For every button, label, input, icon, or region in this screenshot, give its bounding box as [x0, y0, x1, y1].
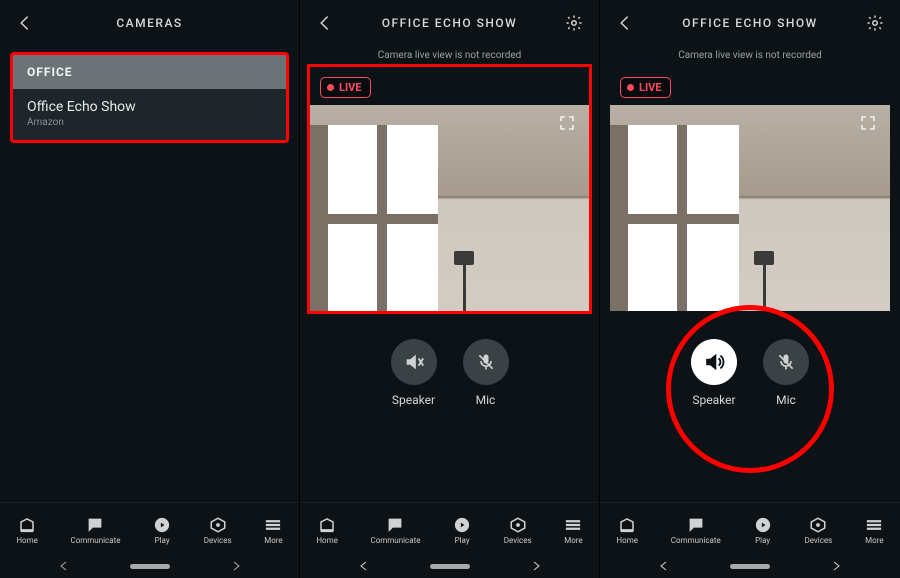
system-nav — [600, 554, 900, 578]
back-icon[interactable] — [10, 0, 40, 46]
live-label: LIVE — [639, 81, 662, 94]
back-icon[interactable] — [610, 0, 640, 46]
header-title: CAMERAS — [116, 16, 182, 30]
recording-notice: Camera live view is not recorded — [300, 46, 599, 67]
header-title: OFFICE ECHO SHOW — [382, 16, 517, 30]
controls: Speaker Mic — [300, 339, 599, 407]
nav-more[interactable]: More — [264, 516, 282, 545]
system-back-icon[interactable] — [58, 560, 70, 572]
system-back-icon[interactable] — [358, 560, 370, 572]
nav-label: More — [564, 536, 582, 545]
system-home-icon[interactable] — [730, 564, 770, 569]
live-dot-icon — [327, 84, 334, 91]
nav-label: More — [264, 536, 282, 545]
camera-list-item[interactable]: Office Echo Show Amazon — [13, 89, 286, 140]
bottom-nav: Home Communicate Play Devices More — [0, 502, 299, 554]
nav-communicate[interactable]: Communicate — [70, 516, 120, 545]
mic-button[interactable] — [763, 339, 809, 385]
controls: Speaker Mic — [600, 339, 900, 407]
camera-item-subtitle: Amazon — [27, 117, 272, 128]
camera-card[interactable]: OFFICE Office Echo Show Amazon — [10, 52, 289, 143]
nav-communicate[interactable]: Communicate — [370, 516, 420, 545]
pane-camera-list: CAMERAS OFFICE Office Echo Show Amazon H… — [0, 0, 300, 578]
pane-live-view-active: OFFICE ECHO SHOW Camera live view is not… — [600, 0, 900, 578]
system-recent-icon[interactable] — [830, 560, 842, 572]
nav-label: Play — [755, 536, 770, 545]
nav-home[interactable]: Home — [16, 516, 38, 545]
camera-item-title: Office Echo Show — [27, 99, 272, 115]
nav-label: Communicate — [370, 536, 420, 545]
speaker-label: Speaker — [692, 393, 735, 407]
speaker-button[interactable] — [391, 339, 437, 385]
header: OFFICE ECHO SHOW — [300, 0, 599, 46]
nav-label: Communicate — [70, 536, 120, 545]
nav-play[interactable]: Play — [153, 516, 171, 545]
header-title: OFFICE ECHO SHOW — [682, 16, 817, 30]
nav-label: Devices — [804, 536, 832, 545]
bottom-nav: Home Communicate Play Devices More — [600, 502, 900, 554]
system-home-icon[interactable] — [430, 564, 470, 569]
system-recent-icon[interactable] — [230, 560, 242, 572]
header: CAMERAS — [0, 0, 299, 46]
nav-communicate[interactable]: Communicate — [671, 516, 721, 545]
system-back-icon[interactable] — [658, 560, 670, 572]
video-area[interactable]: LIVE — [310, 67, 589, 311]
nav-label: Play — [155, 536, 170, 545]
fullscreen-icon[interactable] — [860, 115, 876, 135]
system-nav — [0, 554, 299, 578]
nav-label: Play — [455, 536, 470, 545]
nav-label: Devices — [204, 536, 232, 545]
mic-control: Mic — [763, 339, 809, 407]
nav-devices[interactable]: Devices — [804, 516, 832, 545]
settings-icon[interactable] — [559, 0, 589, 46]
nav-more[interactable]: More — [564, 516, 582, 545]
header: OFFICE ECHO SHOW — [600, 0, 900, 46]
nav-label: Home — [316, 536, 338, 545]
speaker-button[interactable] — [691, 339, 737, 385]
live-badge: LIVE — [620, 77, 671, 98]
nav-play[interactable]: Play — [754, 516, 772, 545]
live-dot-icon — [627, 84, 634, 91]
camera-feed[interactable] — [610, 105, 890, 311]
nav-label: Home — [16, 536, 38, 545]
nav-play[interactable]: Play — [453, 516, 471, 545]
mic-button[interactable] — [463, 339, 509, 385]
camera-feed[interactable] — [310, 105, 589, 311]
speaker-control: Speaker — [391, 339, 437, 407]
recording-notice: Camera live view is not recorded — [600, 46, 900, 67]
nav-label: Communicate — [671, 536, 721, 545]
speaker-control: Speaker — [691, 339, 737, 407]
nav-devices[interactable]: Devices — [204, 516, 232, 545]
nav-label: More — [865, 536, 883, 545]
system-home-icon[interactable] — [130, 564, 170, 569]
nav-label: Devices — [504, 536, 532, 545]
back-icon[interactable] — [310, 0, 340, 46]
video-area[interactable]: LIVE — [610, 67, 890, 311]
mic-label: Mic — [776, 393, 796, 407]
nav-home[interactable]: Home — [316, 516, 338, 545]
bottom-nav: Home Communicate Play Devices More — [300, 502, 599, 554]
system-nav — [300, 554, 599, 578]
nav-more[interactable]: More — [865, 516, 883, 545]
mic-control: Mic — [463, 339, 509, 407]
live-badge: LIVE — [320, 77, 371, 98]
live-label: LIVE — [339, 81, 362, 94]
settings-icon[interactable] — [860, 0, 890, 46]
nav-home[interactable]: Home — [616, 516, 638, 545]
nav-label: Home — [616, 536, 638, 545]
nav-devices[interactable]: Devices — [504, 516, 532, 545]
camera-group-label: OFFICE — [13, 55, 286, 89]
fullscreen-icon[interactable] — [559, 115, 575, 135]
mic-label: Mic — [476, 393, 496, 407]
system-recent-icon[interactable] — [530, 560, 542, 572]
pane-live-view-muted: OFFICE ECHO SHOW Camera live view is not… — [300, 0, 600, 578]
speaker-label: Speaker — [392, 393, 435, 407]
